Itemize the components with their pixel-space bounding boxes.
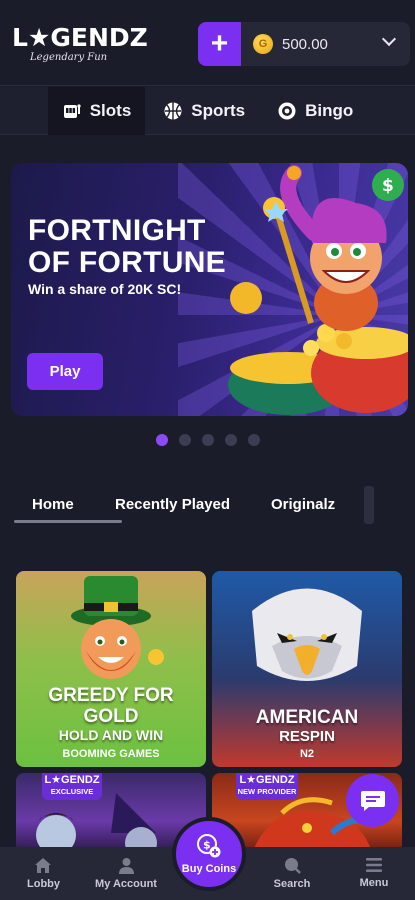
- chevron-down-icon[interactable]: [381, 31, 397, 47]
- logo-text: L★GENDZ: [12, 23, 148, 52]
- search-icon: [284, 858, 301, 874]
- wallet-selector[interactable]: + G 500.00: [198, 22, 410, 66]
- carousel-dot[interactable]: [225, 434, 237, 446]
- game-title-line2: RESPIN: [279, 728, 335, 745]
- carousel-dots: [156, 434, 260, 446]
- chat-bubble-icon: [360, 790, 385, 811]
- home-icon: [35, 858, 51, 873]
- active-tab-indicator: [14, 520, 122, 523]
- nav-my-account-label: My Account: [95, 878, 157, 890]
- badge-logo: L★GENDZ: [239, 774, 295, 786]
- carousel-dot[interactable]: [156, 434, 168, 446]
- slot-machine-icon: [63, 103, 81, 118]
- coins-plus-icon: $: [197, 834, 221, 858]
- buy-coins-button[interactable]: $ Buy Coins: [172, 817, 246, 891]
- game-card-american-respin[interactable]: AMERICAN RESPIN N2: [212, 571, 402, 767]
- tab-home[interactable]: Home: [32, 496, 74, 513]
- tab-originalz[interactable]: Originalz: [271, 496, 335, 513]
- banner-subtitle: Win a share of 20K SC!: [28, 281, 182, 297]
- banner-title: FORTNIGHT OF FORTUNE: [28, 215, 226, 279]
- badge-text: EXCLUSIVE: [50, 787, 94, 796]
- badge-logo: L★GENDZ: [44, 774, 100, 786]
- leprechaun-illustration: [71, 576, 164, 679]
- coin-balance: 500.00: [282, 35, 328, 53]
- app-header: L★GENDZ Legendary Fun + G 500.00: [0, 0, 415, 86]
- buy-coins-label: Buy Coins: [181, 863, 237, 875]
- promo-banner[interactable]: $ FORTNIGHT OF FORTUNE Win a share of 20…: [11, 163, 408, 416]
- game-title-line2: GOLD: [83, 706, 139, 727]
- category-slots-label: Slots: [89, 100, 132, 120]
- hamburger-menu-icon: [366, 858, 382, 872]
- nav-my-account[interactable]: My Account: [95, 857, 157, 890]
- exclusive-badge: L★GENDZ EXCLUSIVE: [42, 773, 102, 800]
- nav-search-label: Search: [273, 878, 311, 890]
- tabs-scroll-handle[interactable]: [364, 486, 374, 524]
- tab-recently-played[interactable]: Recently Played: [115, 496, 230, 513]
- jester-illustration: $: [228, 165, 408, 415]
- chat-support-button[interactable]: [346, 774, 399, 827]
- new-provider-badge: L★GENDZ NEW PROVIDER: [236, 773, 298, 800]
- legendz-logo[interactable]: L★GENDZ Legendary Fun: [12, 23, 148, 64]
- game-subtitle: HOLD AND WIN: [58, 727, 164, 743]
- category-sports-label: Sports: [191, 100, 246, 120]
- basketball-icon: [164, 102, 182, 119]
- banner-title-line1: FORTNIGHT: [28, 214, 206, 247]
- banner-play-button[interactable]: Play: [27, 353, 103, 390]
- nav-search[interactable]: Search: [273, 857, 311, 890]
- game-card-greedy-for-gold[interactable]: GREEDY FOR GOLD HOLD AND WIN BOOMING GAM…: [16, 571, 206, 767]
- logo-tagline: Legendary Fun: [30, 52, 108, 63]
- game-title-line1: AMERICAN: [255, 707, 359, 728]
- nav-menu-label: Menu: [359, 877, 389, 889]
- nav-menu[interactable]: Menu: [359, 857, 389, 889]
- carousel-dot[interactable]: [248, 434, 260, 446]
- gold-coin-icon: G: [253, 34, 273, 54]
- carousel-dot[interactable]: [179, 434, 191, 446]
- category-nav: Slots Sports Bingo: [0, 86, 415, 135]
- add-coins-button[interactable]: +: [198, 22, 241, 66]
- category-bingo[interactable]: Bingo: [263, 87, 367, 135]
- bingo-ball-icon: [278, 102, 296, 119]
- banner-title-line2: OF FORTUNE: [28, 246, 226, 279]
- category-slots[interactable]: Slots: [47, 86, 146, 135]
- user-icon: [118, 858, 134, 874]
- category-bingo-label: Bingo: [305, 100, 354, 120]
- lobby-tabs: Home Recently Played Originalz: [0, 486, 415, 526]
- game-provider: N2: [299, 748, 315, 760]
- category-sports[interactable]: Sports: [149, 87, 259, 135]
- eagle-illustration: [252, 588, 362, 681]
- svg-text:$: $: [382, 176, 394, 196]
- game-provider: BOOMING GAMES: [62, 748, 160, 760]
- badge-text: NEW PROVIDER: [237, 787, 297, 796]
- svg-text:$: $: [203, 839, 211, 852]
- nav-lobby[interactable]: Lobby: [27, 857, 60, 890]
- carousel-dot[interactable]: [202, 434, 214, 446]
- game-title-line1: GREEDY FOR: [48, 685, 174, 706]
- nav-lobby-label: Lobby: [27, 878, 60, 890]
